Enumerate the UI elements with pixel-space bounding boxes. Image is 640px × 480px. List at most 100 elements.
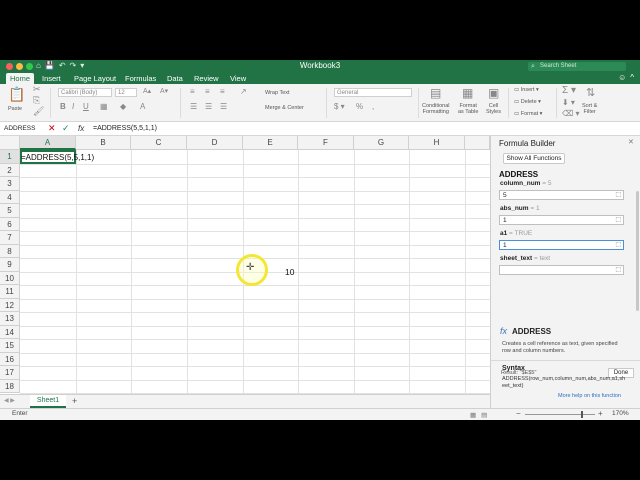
arg-input-a1[interactable]: 1 ⬚	[499, 240, 624, 250]
percent-icon[interactable]: %	[356, 102, 363, 111]
row-header-11[interactable]: 11	[0, 285, 20, 299]
cell-styles-icon[interactable]: ▣	[488, 86, 499, 100]
format-cells-button[interactable]: ▭ Format ▾	[514, 111, 542, 117]
formula-input[interactable]: =ADDRESS(5,5,1,1)	[93, 124, 157, 134]
range-picker-icon[interactable]: ⬚	[615, 266, 621, 275]
row-header-17[interactable]: 17	[0, 366, 20, 380]
collapse-ribbon-icon[interactable]: ^	[630, 73, 634, 82]
currency-icon[interactable]: $ ▾	[334, 102, 345, 111]
tab-view[interactable]: View	[226, 73, 250, 84]
font-size-select[interactable]: 12	[115, 88, 137, 97]
conditional-formatting-icon[interactable]: ▤	[430, 86, 441, 100]
row-header-8[interactable]: 8	[0, 244, 20, 258]
italic-icon[interactable]: I	[72, 102, 74, 111]
delete-cells-button[interactable]: ▭ Delete ▾	[514, 99, 541, 105]
row-header-4[interactable]: 4	[0, 190, 20, 204]
column-header-h[interactable]: H	[409, 136, 465, 150]
font-color-icon[interactable]: A	[140, 102, 145, 111]
name-box[interactable]: ADDRESS	[2, 124, 42, 134]
range-picker-icon[interactable]: ⬚	[615, 241, 621, 250]
row-header-15[interactable]: 15	[0, 339, 20, 353]
cut-icon[interactable]: ✂	[33, 84, 41, 95]
pane-scrollbar[interactable]	[636, 191, 639, 311]
tab-data[interactable]: Data	[163, 73, 187, 84]
zoom-out-icon[interactable]: −	[516, 409, 521, 418]
tab-formulas[interactable]: Formulas	[121, 73, 160, 84]
row-header-7[interactable]: 7	[0, 231, 20, 245]
paste-button[interactable]: Paste	[8, 106, 22, 112]
align-left-icon[interactable]: ☰	[190, 102, 197, 111]
show-all-functions-button[interactable]: Show All Functions	[503, 153, 565, 164]
column-header-a[interactable]: A	[20, 136, 76, 150]
zoom-slider[interactable]	[525, 414, 595, 415]
align-right-icon[interactable]: ☰	[220, 102, 227, 111]
row-header-18[interactable]: 18	[0, 379, 20, 393]
column-header-e[interactable]: E	[243, 136, 298, 150]
range-picker-icon[interactable]: ⬚	[615, 191, 621, 200]
decrease-font-icon[interactable]: A▾	[160, 87, 168, 95]
row-header-1[interactable]: 1	[0, 150, 20, 164]
more-help-link[interactable]: More help on this function	[558, 393, 621, 399]
clear-icon[interactable]: ⌫ ▾	[562, 109, 580, 118]
sort-filter-icon[interactable]: ⇅	[586, 86, 595, 99]
add-sheet-button[interactable]: +	[72, 396, 77, 406]
increase-font-icon[interactable]: A▴	[143, 87, 151, 95]
cancel-entry-icon[interactable]: ✕	[48, 123, 56, 134]
tab-home[interactable]: Home	[6, 73, 35, 84]
bold-icon[interactable]: B	[60, 102, 66, 111]
search-sheet-field[interactable]: ⌕ Search Sheet	[528, 62, 626, 71]
column-header-f[interactable]: F	[298, 136, 354, 150]
orientation-icon[interactable]: ↗	[240, 87, 247, 96]
conditional-formatting-button[interactable]: Conditional Formatting	[422, 103, 450, 115]
row-header-2[interactable]: 2	[0, 163, 20, 177]
row-header-5[interactable]: 5	[0, 204, 20, 218]
number-format-select[interactable]: General	[334, 88, 412, 97]
arg-input-column-num[interactable]: 5 ⬚	[499, 190, 624, 200]
insert-function-icon[interactable]: fx	[78, 124, 84, 133]
row-header-12[interactable]: 12	[0, 298, 20, 312]
underline-icon[interactable]: U	[83, 102, 89, 111]
format-as-table-icon[interactable]: ▦	[462, 86, 473, 100]
select-all-corner[interactable]	[0, 136, 20, 150]
row-header-3[interactable]: 3	[0, 177, 20, 191]
paste-icon[interactable]: 📋	[8, 86, 25, 103]
comma-style-icon[interactable]: ,	[372, 102, 374, 111]
spreadsheet-grid[interactable]: A B C D E F G H 1 2 3 4 5 6 7 8 9 10 11 …	[0, 136, 490, 420]
arg-input-sheet-text[interactable]: ⬚	[499, 265, 624, 275]
page-layout-view-icon[interactable]: ▤	[481, 411, 487, 419]
sort-filter-button[interactable]: Sort & Filter	[582, 103, 597, 115]
tab-insert[interactable]: Insert	[38, 73, 65, 84]
zoom-slider-handle[interactable]	[581, 411, 583, 418]
column-header-d[interactable]: D	[187, 136, 243, 150]
done-button[interactable]: Done	[608, 368, 634, 378]
format-painter-icon[interactable]: 🖌	[33, 106, 44, 117]
wrap-text-button[interactable]: Wrap Text	[265, 90, 290, 96]
cell-styles-button[interactable]: Cell Styles	[486, 103, 501, 115]
confirm-entry-icon[interactable]: ✓	[62, 123, 70, 134]
zoom-in-icon[interactable]: +	[598, 409, 603, 418]
column-header-b[interactable]: B	[76, 136, 131, 150]
align-middle-icon[interactable]: ≡	[205, 87, 210, 96]
tab-page-layout[interactable]: Page Layout	[70, 73, 120, 84]
insert-cells-button[interactable]: ▭ Insert ▾	[514, 87, 539, 93]
row-header-13[interactable]: 13	[0, 312, 20, 326]
sheet-nav-arrows[interactable]: ◀ ▶	[4, 397, 15, 404]
format-as-table-button[interactable]: Format as Table	[458, 103, 478, 115]
sheet-tab-sheet1[interactable]: Sheet1	[30, 395, 66, 408]
column-header-g[interactable]: G	[354, 136, 409, 150]
autosum-icon[interactable]: Σ ▾	[562, 85, 576, 96]
arg-input-abs-num[interactable]: 1 ⬚	[499, 215, 624, 225]
align-top-icon[interactable]: ≡	[190, 87, 195, 96]
fill-icon[interactable]: ⬇ ▾	[562, 98, 575, 107]
copy-icon[interactable]: ⎘	[33, 95, 40, 106]
close-pane-icon[interactable]: ✕	[628, 138, 634, 146]
row-header-9[interactable]: 9	[0, 258, 20, 272]
smiley-feedback-icon[interactable]: ☺	[618, 73, 626, 82]
align-center-icon[interactable]: ☰	[205, 102, 212, 111]
normal-view-icon[interactable]: ▦	[470, 411, 476, 419]
column-header-partial[interactable]	[465, 136, 490, 150]
font-name-select[interactable]: Calibri (Body)	[58, 88, 112, 97]
row-header-16[interactable]: 16	[0, 352, 20, 366]
fill-color-icon[interactable]: ◆	[120, 102, 126, 111]
merge-center-button[interactable]: Merge & Center	[265, 105, 304, 111]
